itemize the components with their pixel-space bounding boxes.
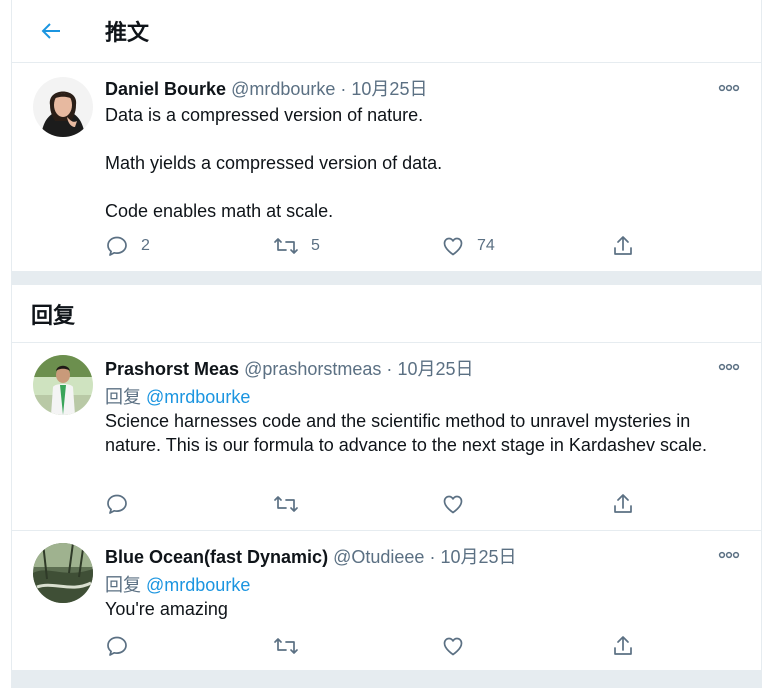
retweet-icon [274, 638, 298, 654]
page-title: 推文 [105, 20, 150, 45]
reply-count: 2 [141, 237, 150, 254]
tweet-text: Code enables math at scale. [105, 201, 334, 221]
retweet-icon [274, 496, 298, 512]
avatar[interactable] [33, 355, 93, 415]
tweet-meta: Daniel Bourke @mrdbourke · 10月25日 [105, 75, 427, 101]
author-name[interactable]: Daniel Bourke [105, 79, 226, 99]
tweet-meta: Blue Ocean(fast Dynamic) @Otudieee · 10月… [105, 543, 517, 569]
share-icon [614, 236, 632, 255]
main-tweet[interactable]: Daniel Bourke @mrdbourke · 10月25日 Data i… [12, 63, 761, 271]
tweet-actions: 2 5 74 [105, 231, 645, 261]
tweet-text: Science harnesses code and the scientifi… [105, 411, 708, 455]
replying-to: 回复 @mrdbourke [105, 383, 250, 409]
tweet-text: Data is a compressed version of nature. [105, 105, 424, 125]
heart-icon [443, 237, 463, 256]
heart-icon [443, 637, 463, 656]
share-icon [614, 494, 632, 513]
meta-separator: · [340, 79, 347, 99]
mention-link[interactable]: @mrdbourke [146, 387, 250, 407]
author-name[interactable]: Blue Ocean(fast Dynamic) [105, 547, 328, 567]
share-button[interactable] [611, 489, 635, 519]
section-separator [12, 271, 761, 285]
replying-to-label: 回复 [105, 387, 141, 407]
retweet-button[interactable] [273, 489, 299, 519]
reply-icon [107, 236, 127, 256]
avatar[interactable] [33, 77, 93, 137]
reply-tweet[interactable]: Prashorst Meas @prashorstmeas · 10月25日 回… [12, 343, 761, 529]
page-header: 推文 [12, 0, 761, 63]
share-button[interactable] [611, 631, 635, 661]
avatar[interactable] [33, 543, 93, 603]
author-handle[interactable]: @prashorstmeas [244, 359, 381, 379]
like-button[interactable] [441, 631, 465, 661]
retweet-button[interactable]: 5 [273, 231, 320, 261]
reply-button[interactable] [105, 489, 129, 519]
reply-icon [107, 494, 127, 514]
replying-to: 回复 @mrdbourke [105, 571, 250, 597]
tweet-actions [105, 631, 645, 661]
reply-tweet[interactable]: Blue Ocean(fast Dynamic) @Otudieee · 10月… [12, 531, 761, 669]
author-name[interactable]: Prashorst Meas [105, 359, 239, 379]
heart-icon [443, 495, 463, 514]
like-button[interactable]: 74 [441, 231, 495, 261]
like-count: 74 [477, 237, 495, 254]
retweet-icon [274, 238, 298, 254]
meta-separator: · [386, 359, 393, 379]
more-options-icon[interactable] [718, 359, 740, 375]
back-button[interactable] [36, 16, 66, 46]
retweet-count: 5 [311, 237, 320, 254]
share-icon [614, 636, 632, 655]
tweet-actions [105, 489, 645, 519]
replying-to-label: 回复 [105, 575, 141, 595]
tweet-meta: Prashorst Meas @prashorstmeas · 10月25日 [105, 355, 473, 381]
reply-icon [107, 636, 127, 656]
author-handle[interactable]: @mrdbourke [231, 79, 335, 99]
tweet-date[interactable]: 10月25日 [440, 547, 516, 567]
tweet-text: You're amazing [105, 599, 228, 619]
tweet-date[interactable]: 10月25日 [351, 79, 427, 99]
retweet-button[interactable] [273, 631, 299, 661]
like-button[interactable] [441, 489, 465, 519]
more-options-icon[interactable] [718, 80, 740, 96]
tweet-date[interactable]: 10月25日 [397, 359, 473, 379]
replies-heading: 回复 [31, 303, 76, 328]
reply-button[interactable]: 2 [105, 231, 150, 261]
arrow-left-icon [41, 23, 60, 39]
tweet-detail-panel: 推文 Daniel Bourke @mrdbourke · 10月25日 Dat… [11, 0, 762, 688]
meta-separator: · [429, 547, 436, 567]
section-separator [12, 670, 761, 688]
author-handle[interactable]: @Otudieee [333, 547, 424, 567]
mention-link[interactable]: @mrdbourke [146, 575, 250, 595]
share-button[interactable] [611, 231, 635, 261]
reply-button[interactable] [105, 631, 129, 661]
more-options-icon[interactable] [718, 547, 740, 563]
tweet-text: Math yields a compressed version of data… [105, 153, 443, 173]
